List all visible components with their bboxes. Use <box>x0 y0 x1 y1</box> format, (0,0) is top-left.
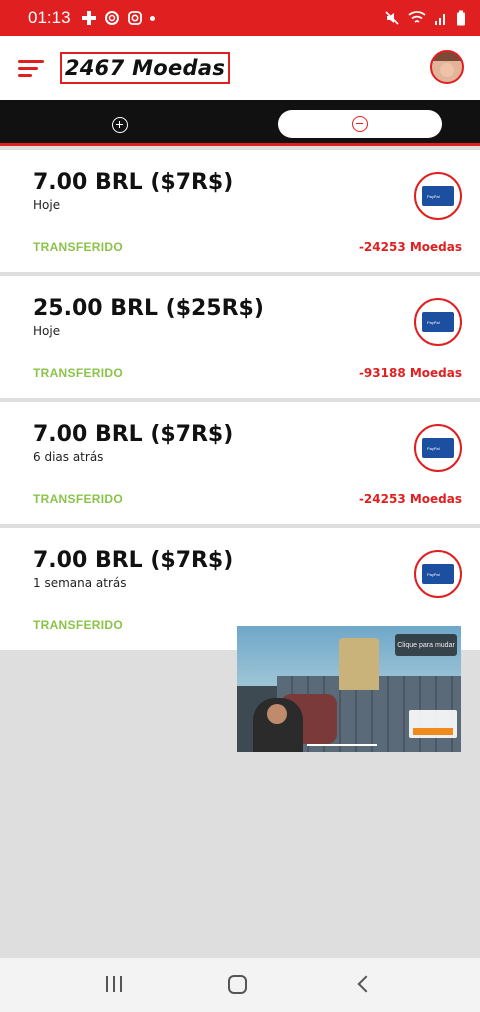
paypal-card-icon: PayPal <box>414 550 462 598</box>
wifi-icon <box>408 11 426 23</box>
transaction-status: TRANSFERIDO <box>33 240 123 254</box>
app-bar: 2467 Moedas <box>0 36 480 100</box>
transaction-card[interactable]: 7.00 BRL ($7R$) 6 dias atrás TRANSFERIDO… <box>0 402 480 524</box>
back-icon[interactable] <box>356 974 372 994</box>
paypal-card-icon: PayPal <box>414 424 462 472</box>
paypal-label: PayPal <box>427 193 440 199</box>
transaction-amount: 25.00 BRL ($25R$) <box>33 296 264 321</box>
transaction-amount: 7.00 BRL ($7R$) <box>33 422 234 447</box>
transaction-card[interactable]: 25.00 BRL ($25R$) Hoje TRANSFERIDO -9318… <box>0 276 480 398</box>
video-overlay[interactable]: Clique para mudar <box>237 626 461 752</box>
circle-icon <box>104 11 119 25</box>
transaction-coins: -24253 Moedas <box>358 240 462 254</box>
transaction-status: TRANSFERIDO <box>33 366 123 380</box>
hamburger-menu-icon[interactable] <box>18 60 44 78</box>
status-time: 01:13 <box>28 8 71 27</box>
transaction-date: Hoje <box>33 324 61 338</box>
transaction-status: TRANSFERIDO <box>33 492 123 506</box>
transaction-card[interactable]: 7.00 BRL ($7R$) Hoje TRANSFERIDO -24253 … <box>0 150 480 272</box>
status-icons-left <box>81 10 155 26</box>
signal-icon <box>435 14 445 25</box>
instagram-icon <box>127 11 142 25</box>
coin-balance-text: 2467 Moedas <box>64 56 226 80</box>
user-avatar[interactable] <box>430 50 464 84</box>
transaction-date: 6 dias atrás <box>33 450 104 464</box>
streamer-image <box>253 698 303 752</box>
plus-circle-icon <box>112 117 128 133</box>
mute-icon <box>385 11 399 25</box>
transaction-coins: -93188 Moedas <box>358 366 462 380</box>
home-icon[interactable] <box>228 975 247 994</box>
paypal-card-icon: PayPal <box>414 298 462 346</box>
video-hint[interactable]: Clique para mudar <box>395 634 457 656</box>
transaction-date: 1 semana atrás <box>33 576 127 590</box>
paypal-label: PayPal <box>427 319 440 325</box>
transaction-list: 7.00 BRL ($7R$) Hoje TRANSFERIDO -24253 … <box>0 150 480 654</box>
status-bar: 01:13 <box>0 0 480 36</box>
paypal-label: PayPal <box>427 445 440 451</box>
dot-icon <box>149 15 155 21</box>
paypal-card-icon: PayPal <box>414 172 462 220</box>
gamepad-icon <box>81 11 96 25</box>
status-icons-right <box>384 10 466 26</box>
transaction-amount: 7.00 BRL ($7R$) <box>33 170 234 195</box>
game-hud <box>409 710 457 738</box>
battery-icon <box>457 10 465 26</box>
paypal-label: PayPal <box>427 571 440 577</box>
recent-apps-icon[interactable] <box>106 976 122 992</box>
video-progress <box>307 744 377 746</box>
tab-add[interactable] <box>108 113 132 137</box>
coin-balance: 2467 Moedas <box>60 52 230 84</box>
minus-circle-icon <box>352 116 368 132</box>
tab-withdrawals[interactable] <box>278 110 442 138</box>
transaction-status: TRANSFERIDO <box>33 618 123 632</box>
transaction-date: Hoje <box>33 198 61 212</box>
transaction-coins: -24253 Moedas <box>358 492 462 506</box>
transaction-amount: 7.00 BRL ($7R$) <box>33 548 234 573</box>
navigation-bar <box>0 958 480 1012</box>
